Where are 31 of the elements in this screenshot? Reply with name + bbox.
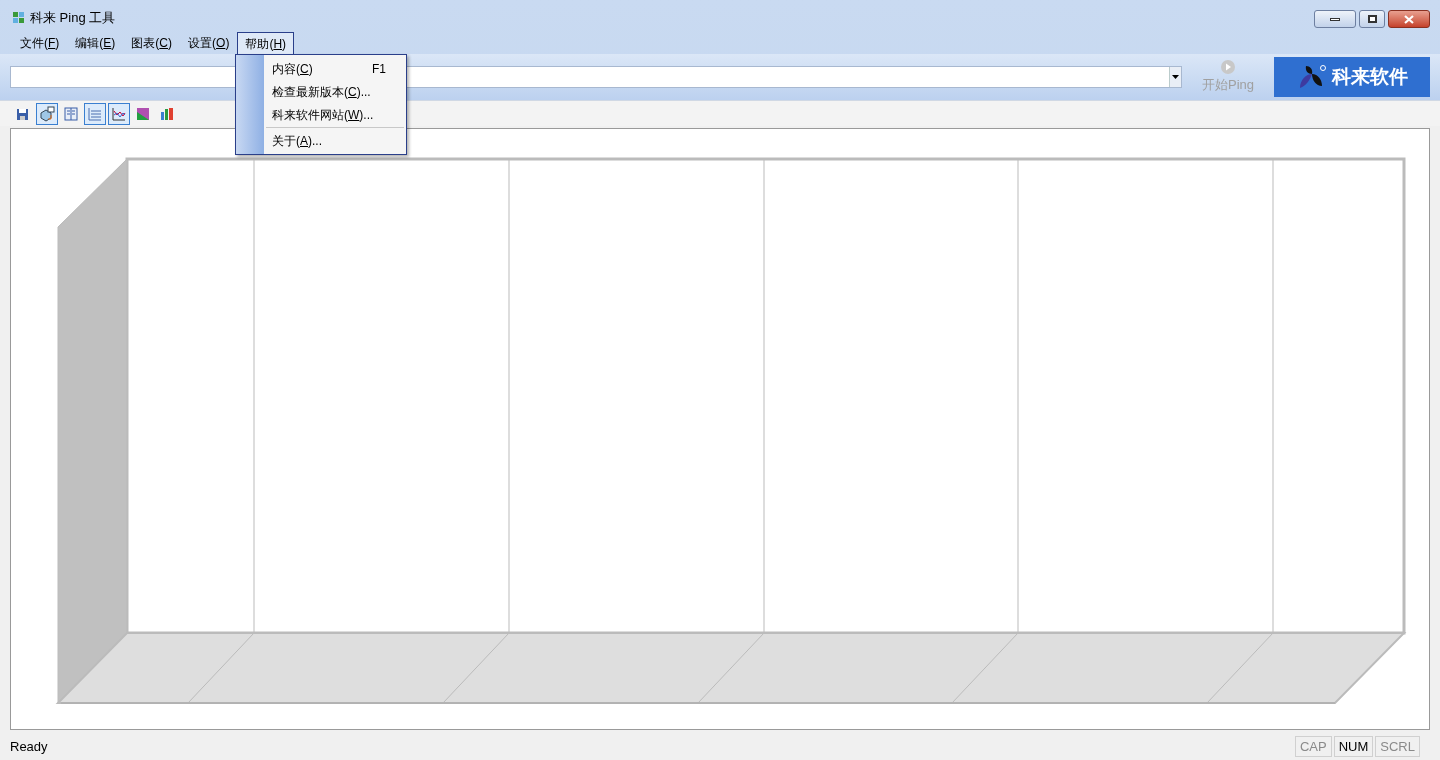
- area-chart-icon: [135, 105, 151, 122]
- play-icon: [1220, 59, 1236, 76]
- book-icon: [63, 105, 79, 122]
- menu-entry[interactable]: 科来软件网站(W)...: [264, 103, 406, 126]
- grid-lines-icon: [87, 105, 103, 122]
- app-icon: [12, 10, 26, 25]
- dropdown-arrow-icon: [1172, 75, 1179, 79]
- menu-item[interactable]: 图表(C): [123, 32, 181, 54]
- close-button[interactable]: [1388, 10, 1430, 28]
- menu-item[interactable]: 设置(O): [180, 32, 238, 54]
- status-indicator: NUM: [1333, 735, 1374, 758]
- logo-text: 科来软件: [1332, 64, 1408, 89]
- close-icon: [1404, 14, 1414, 24]
- menu-entry[interactable]: 关于(A)...: [264, 129, 406, 152]
- menu-entry[interactable]: 内容(C) F1: [264, 57, 406, 80]
- cube-icon: [39, 105, 55, 122]
- window-title: 科来 Ping 工具: [30, 9, 116, 27]
- line-chart-icon: [111, 105, 127, 122]
- menu-entry[interactable]: 检查最新版本(C)...: [264, 80, 406, 103]
- bar-chart-icon: [159, 105, 175, 122]
- menu-item[interactable]: 文件(F): [12, 32, 68, 54]
- status-indicator: SCRL: [1375, 735, 1420, 758]
- menu-item[interactable]: 编辑(E): [67, 32, 124, 54]
- toolbar-button[interactable]: [84, 102, 106, 125]
- status-text: Ready: [10, 737, 48, 756]
- menu-item[interactable]: 帮助(H): [237, 32, 295, 54]
- status-indicator: CAP: [1294, 735, 1332, 758]
- toolbar-button[interactable]: [108, 102, 130, 125]
- minimize-button[interactable]: [1314, 10, 1356, 28]
- maximize-button[interactable]: [1359, 10, 1385, 28]
- toolbar-button[interactable]: [36, 102, 58, 125]
